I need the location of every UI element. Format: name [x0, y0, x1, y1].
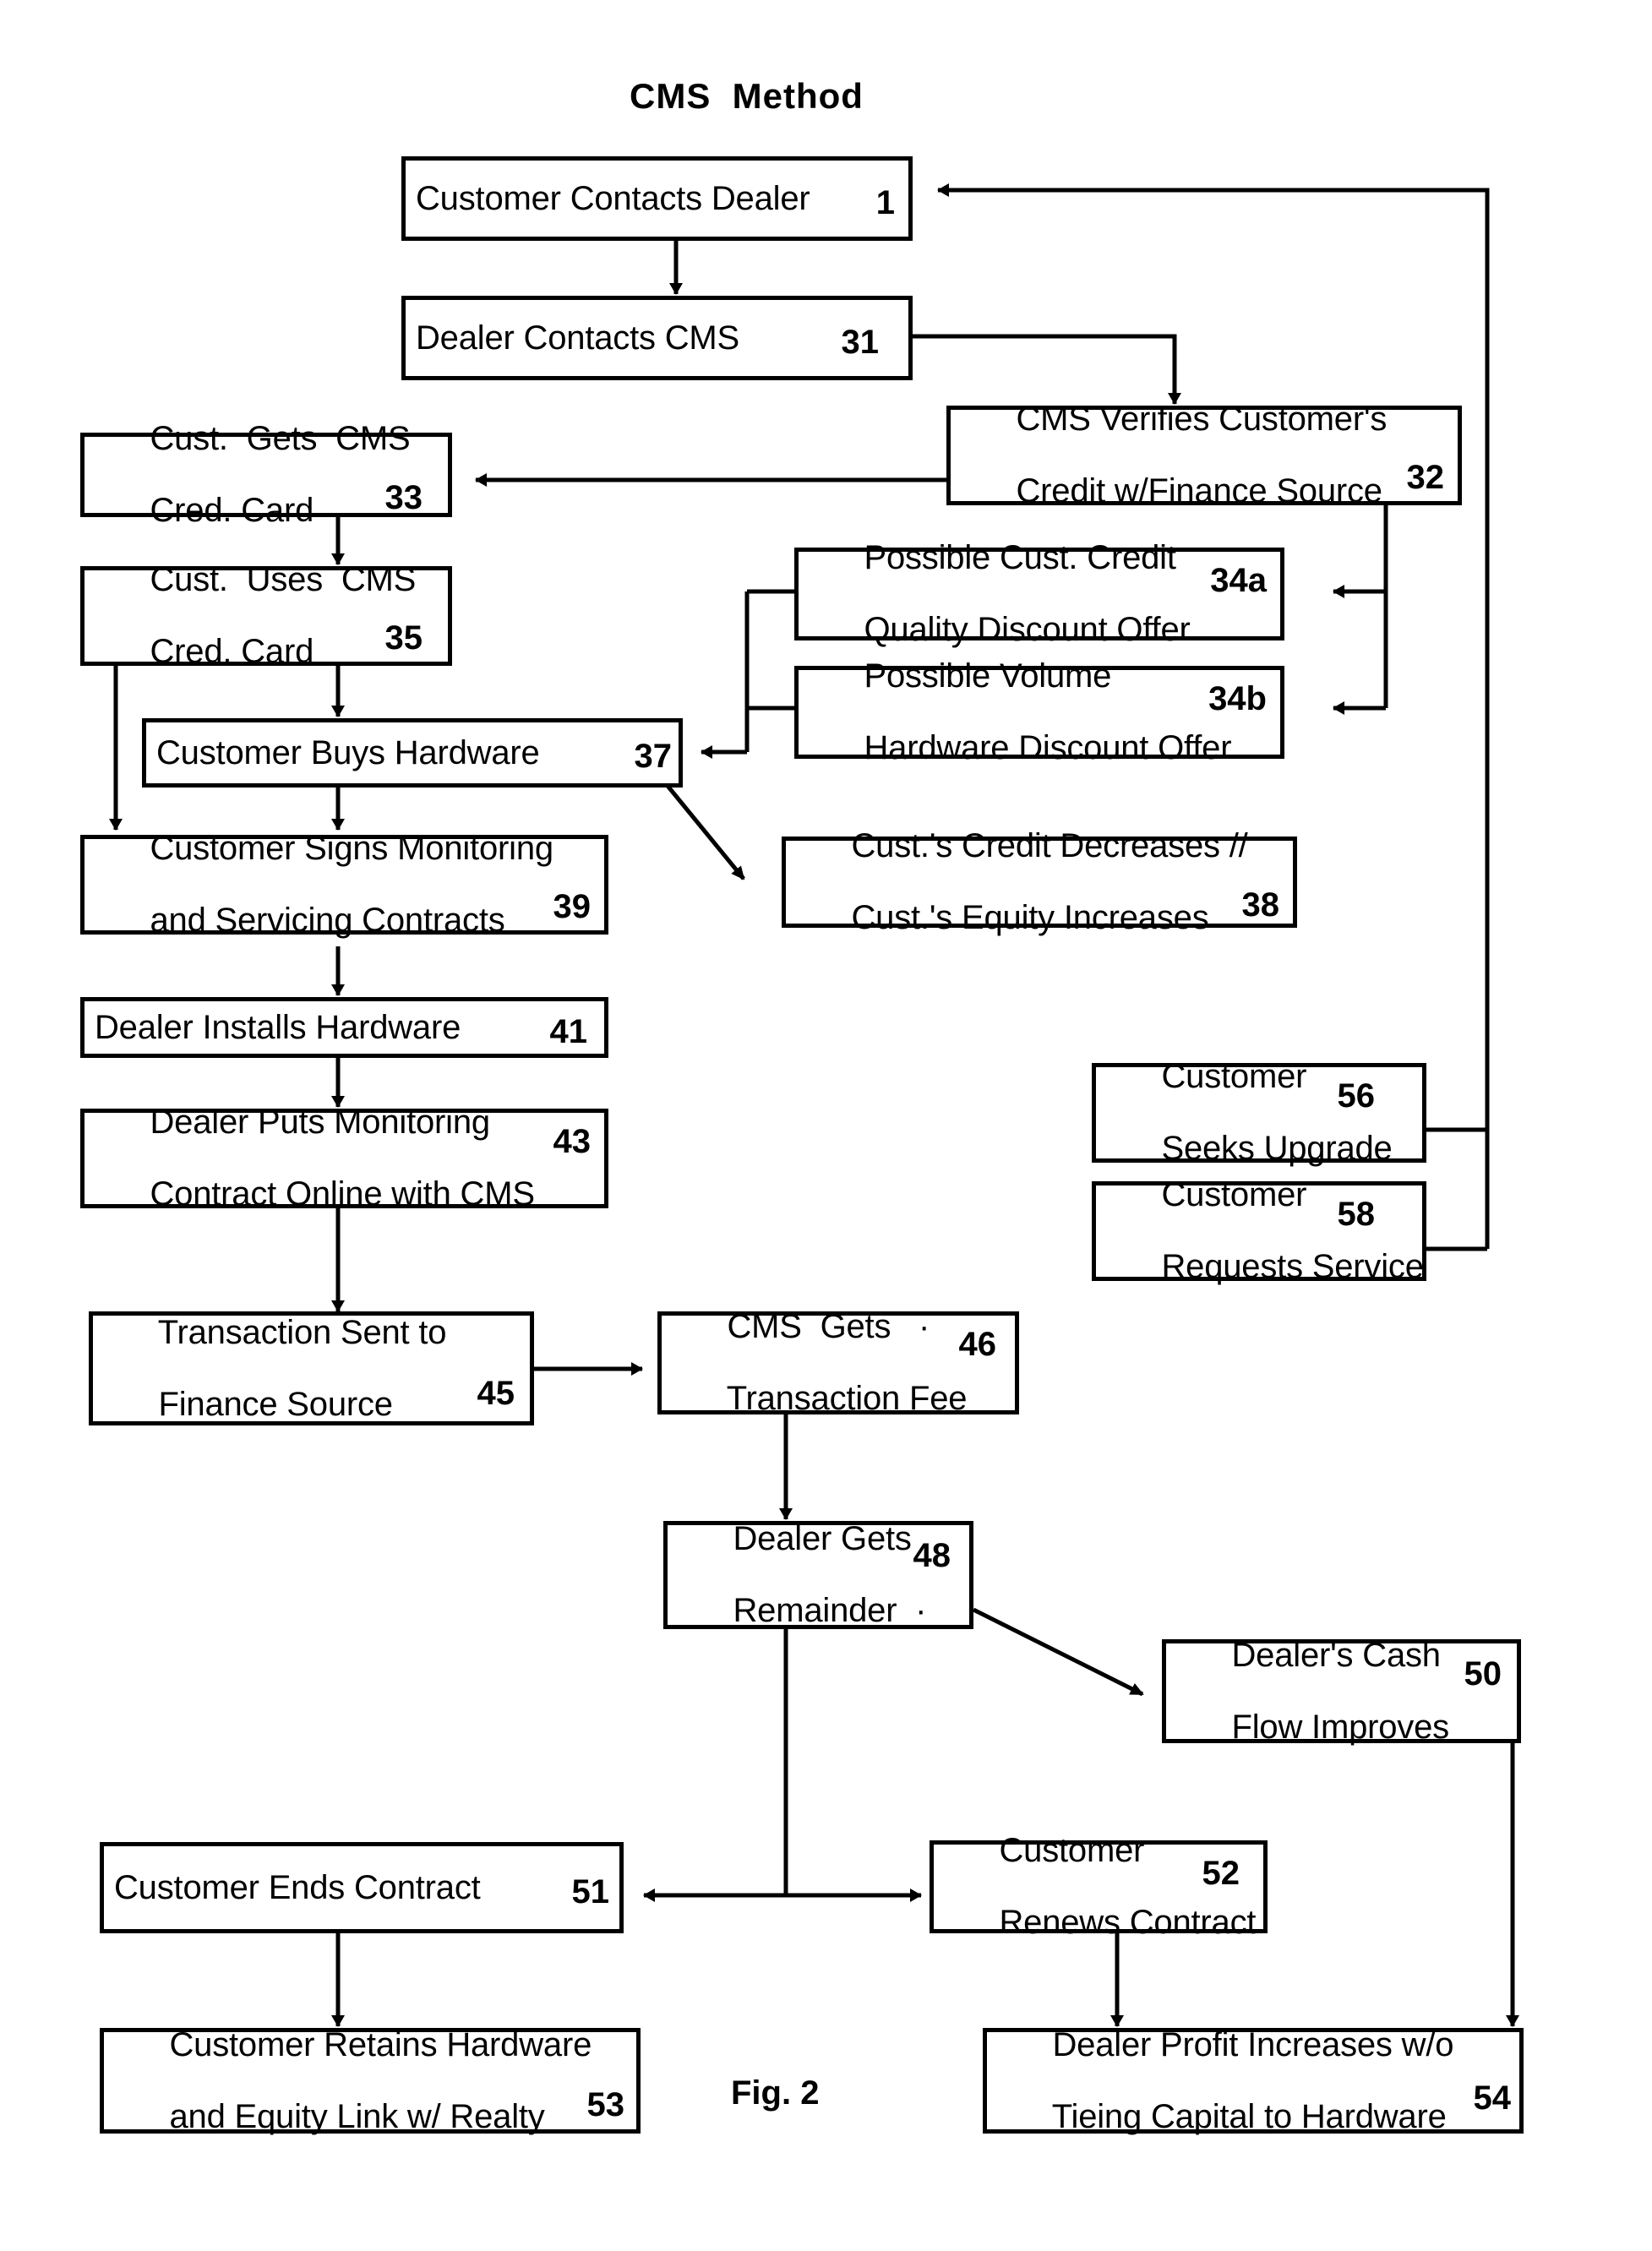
node-34b-line-2: Hardware Discount Offer: [864, 729, 1232, 767]
node-35-line-2: Cred. Card: [150, 633, 314, 671]
node-cust-gets-cms-cred-card[interactable]: Cust. Gets CMS Cred. Card 33: [80, 421, 452, 528]
node-38-line-1: Cust.'s Credit Decreases //: [851, 827, 1248, 865]
figure-title: CMS Method: [630, 76, 864, 116]
node-35-ref: 35: [384, 619, 423, 657]
node-customer-renews-contract[interactable]: Customer Renews Contract 52: [930, 1833, 1268, 1940]
node-52-line-2: Renews Contract: [999, 1904, 1257, 1942]
node-58-line-1: Customer: [1161, 1176, 1307, 1214]
node-dealer-puts-monitoring-contract-online[interactable]: Dealer Puts Monitoring Contract Online w…: [80, 1104, 608, 1212]
edge-48-to-50: [972, 1607, 1144, 1697]
node-39-line-2: and Servicing Contracts: [150, 902, 505, 940]
node-35-text: Cust. Uses CMS Cred. Card: [95, 526, 439, 706]
node-39-ref: 39: [553, 888, 592, 925]
node-31-ref: 31: [841, 324, 880, 361]
node-cms-gets-transaction-fee[interactable]: CMS Gets · Transaction Fee 46: [657, 1309, 1019, 1416]
node-45-line-2: Finance Source: [158, 1385, 393, 1423]
node-customer-retains-hardware-equity-link[interactable]: Customer Retains Hardware and Equity Lin…: [100, 2027, 641, 2134]
node-dealers-cash-flow-improves[interactable]: Dealer's Cash Flow Improves 50: [1162, 1638, 1521, 1745]
node-45-line-1: Transaction Sent to: [157, 1313, 447, 1351]
node-34b-text: Possible Volume Hardware Discount Offer: [809, 623, 1272, 802]
node-33-line-1: Cust. Gets CMS: [150, 420, 411, 458]
node-43-line-2: Contract Online with CMS: [150, 1175, 535, 1213]
node-54-ref: 54: [1473, 2079, 1512, 2117]
node-52-line-1: Customer: [999, 1832, 1145, 1870]
node-56-ref: 56: [1337, 1077, 1376, 1115]
node-37-ref: 37: [634, 738, 673, 775]
node-51-text: Customer Ends Contract: [114, 1868, 481, 1906]
node-51-ref: 51: [571, 1873, 610, 1910]
node-54-line-2: Tieing Capital to Hardware: [1051, 2097, 1447, 2135]
node-possible-volume-hardware-discount[interactable]: Possible Volume Hardware Discount Offer …: [794, 658, 1284, 766]
edge-37-to-38: [666, 784, 745, 880]
node-34a-ref: 34a: [1210, 562, 1267, 599]
node-dealer-contacts-cms[interactable]: Dealer Contacts CMS 31: [401, 296, 913, 380]
node-34b-ref: 34b: [1208, 680, 1267, 717]
node-58-line-2: Requests Service: [1161, 1248, 1424, 1286]
node-customer-buys-hardware[interactable]: Customer Buys Hardware 37: [142, 718, 683, 788]
node-43-text: Dealer Puts Monitoring Contract Online w…: [95, 1069, 596, 1248]
node-1-text: Customer Contacts Dealer: [416, 179, 810, 217]
node-dealer-installs-hardware[interactable]: Dealer Installs Hardware 41: [80, 997, 608, 1058]
node-1-ref: 1: [875, 184, 895, 221]
node-53-ref: 53: [586, 2086, 625, 2123]
node-37-text: Customer Buys Hardware: [156, 733, 540, 771]
node-dealer-profit-increases[interactable]: Dealer Profit Increases w/o Tieing Capit…: [983, 2027, 1524, 2134]
node-45-ref: 45: [477, 1375, 515, 1412]
node-38-ref: 38: [1241, 886, 1280, 924]
node-transaction-sent-to-finance-source[interactable]: Transaction Sent to Finance Source 45: [89, 1311, 534, 1425]
node-33-ref: 33: [384, 479, 423, 516]
node-48-line-2: Remainder ·: [733, 1592, 927, 1630]
node-customer-ends-contract[interactable]: Customer Ends Contract 51: [100, 1842, 624, 1933]
node-customer-requests-service[interactable]: Customer Requests Service 58: [1092, 1177, 1426, 1284]
node-31-text: Dealer Contacts CMS: [416, 319, 739, 357]
node-54-line-1: Dealer Profit Increases w/o: [1052, 2025, 1454, 2063]
node-41-text: Dealer Installs Hardware: [95, 1008, 461, 1046]
node-48-ref: 48: [913, 1537, 951, 1574]
node-48-line-1: Dealer Gets: [733, 1520, 912, 1558]
node-43-ref: 43: [553, 1123, 592, 1160]
node-35-line-1: Cust. Uses CMS: [150, 561, 417, 599]
node-53-line-1: Customer Retains Hardware: [169, 2025, 592, 2063]
node-46-text: CMS Gets · Transaction Fee: [672, 1273, 1006, 1453]
node-43-line-1: Dealer Puts Monitoring: [150, 1104, 490, 1142]
node-cust-uses-cms-cred-card[interactable]: Cust. Uses CMS Cred. Card 35: [80, 562, 452, 669]
node-58-ref: 58: [1337, 1196, 1376, 1233]
node-32-ref: 32: [1406, 459, 1445, 496]
node-50-line-1: Dealer's Cash: [1231, 1636, 1441, 1674]
node-56-line-1: Customer: [1161, 1058, 1307, 1096]
node-53-text: Customer Retains Hardware and Equity Lin…: [114, 1992, 628, 2171]
node-52-ref: 52: [1202, 1855, 1240, 1892]
node-46-line-1: CMS Gets ·: [727, 1308, 930, 1346]
node-50-line-2: Flow Improves: [1231, 1708, 1449, 1746]
node-32-line-1: CMS Verifies Customer's: [1016, 401, 1388, 439]
node-50-text: Dealer's Cash Flow Improves: [1176, 1602, 1508, 1781]
node-cms-verifies-credit[interactable]: CMS Verifies Customer's Credit w/Finance…: [946, 401, 1462, 509]
node-39-line-1: Customer Signs Monitoring: [150, 830, 553, 868]
node-39-text: Customer Signs Monitoring and Servicing …: [95, 795, 596, 974]
node-41-ref: 41: [549, 1013, 588, 1050]
figure-caption: Fig. 2: [731, 2074, 820, 2112]
node-38-text: Cust.'s Credit Decreases // Cust.'s Equi…: [796, 793, 1284, 972]
node-cust-credit-decreases-equity-increases[interactable]: Cust.'s Credit Decreases // Cust.'s Equi…: [782, 828, 1297, 935]
figure-canvas: CMS Method Fig. 2 Customer Contacts Deal…: [0, 0, 1652, 2251]
node-customer-signs-contracts[interactable]: Customer Signs Monitoring and Servicing …: [80, 831, 608, 938]
node-45-text: Transaction Sent to Finance Source: [103, 1279, 521, 1458]
node-dealer-gets-remainder[interactable]: Dealer Gets Remainder · 48: [663, 1521, 973, 1629]
node-46-ref: 46: [958, 1326, 997, 1363]
node-48-text: Dealer Gets Remainder ·: [678, 1485, 961, 1665]
node-customer-contacts-dealer[interactable]: Customer Contacts Dealer 1: [401, 156, 913, 241]
node-46-line-2: Transaction Fee: [726, 1380, 968, 1418]
node-53-line-2: and Equity Link w/ Realty: [169, 2097, 545, 2135]
node-38-line-2: Cust.'s Equity Increases: [851, 899, 1209, 937]
node-50-ref: 50: [1464, 1655, 1502, 1692]
node-34a-line-1: Possible Cust. Credit: [864, 539, 1176, 577]
node-33-line-2: Cred. Card: [150, 492, 314, 530]
node-34b-line-1: Possible Volume: [864, 657, 1112, 695]
node-54-text: Dealer Profit Increases w/o Tieing Capit…: [997, 1992, 1511, 2171]
